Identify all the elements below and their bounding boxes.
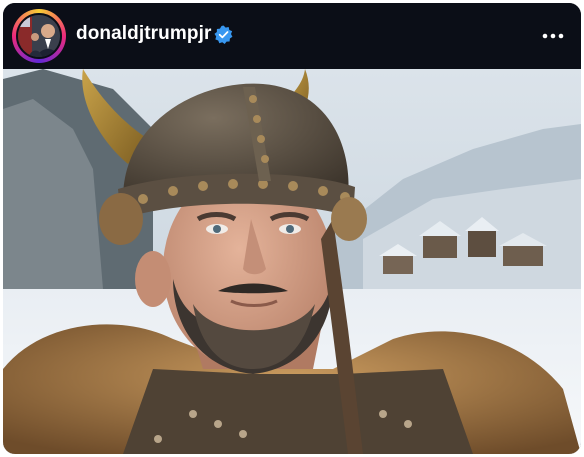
viking-portrait-photo: [3, 69, 581, 454]
post-header: donaldjtrumpjr: [3, 3, 581, 69]
username[interactable]: donaldjtrumpjr: [76, 23, 211, 45]
verified-badge-icon: [214, 25, 233, 44]
post-photo[interactable]: [3, 69, 581, 454]
profile-photo: [18, 15, 60, 57]
avatar[interactable]: [16, 13, 62, 59]
more-options-icon[interactable]: [541, 26, 565, 46]
story-ring[interactable]: [12, 9, 66, 63]
instagram-post: donaldjtrumpjr: [3, 3, 581, 454]
